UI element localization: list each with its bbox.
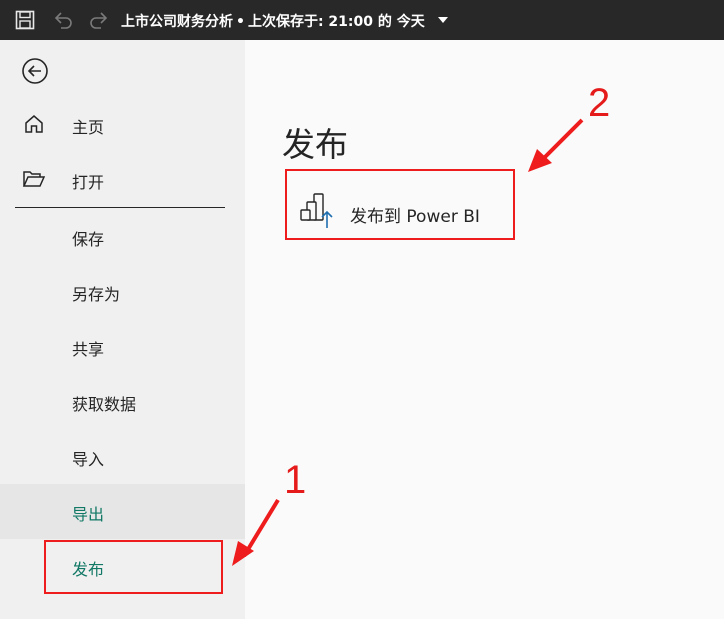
sidebar-item-label: 导出 — [72, 505, 105, 524]
annotation-number-1: 1 — [284, 458, 307, 502]
annotation-box-1 — [44, 540, 223, 594]
sidebar-item-get-data[interactable]: 获取数据 — [0, 374, 245, 429]
annotation-arrowhead-2 — [528, 149, 552, 172]
sidebar-item-label: 获取数据 — [72, 395, 137, 414]
sidebar-item-share[interactable]: 共享 — [0, 319, 245, 374]
title-separator: • — [236, 14, 245, 30]
title-bar: 上市公司财务分析 • 上次保存于: 21:00 的 今天 — [0, 0, 724, 40]
folder-open-icon — [22, 171, 46, 187]
sidebar-item-export[interactable]: 导出 — [0, 484, 245, 539]
page-title: 发布 — [282, 125, 348, 164]
sidebar-item-open[interactable]: 打开 — [0, 152, 245, 207]
file-name: 上市公司财务分析 — [121, 14, 233, 30]
sidebar-item-label: 另存为 — [72, 285, 121, 304]
sidebar-divider — [15, 207, 225, 208]
sidebar-item-home[interactable]: 主页 — [0, 97, 245, 152]
sidebar-item-label: 导入 — [72, 450, 105, 469]
redo-icon[interactable] — [88, 9, 110, 31]
save-status: 上次保存于: 21:00 的 今天 — [247, 14, 425, 30]
home-icon — [25, 115, 43, 133]
sidebar-item-save[interactable]: 保存 — [0, 209, 245, 264]
sidebar-item-label: 打开 — [72, 173, 105, 192]
save-icon[interactable] — [14, 9, 36, 31]
back-arrow-icon[interactable] — [20, 56, 50, 86]
annotation-arrow-2 — [540, 118, 584, 162]
annotation-number-2: 2 — [588, 81, 611, 125]
annotation-box-2 — [285, 169, 515, 240]
sidebar-item-label: 主页 — [72, 118, 105, 137]
annotation-arrow-1 — [242, 498, 280, 558]
undo-icon[interactable] — [52, 9, 74, 31]
caret-down-icon[interactable] — [438, 17, 448, 23]
document-title: 上市公司财务分析 • 上次保存于: 21:00 的 今天 — [121, 11, 425, 31]
sidebar-item-save-as[interactable]: 另存为 — [0, 264, 245, 319]
sidebar-item-label: 共享 — [72, 340, 105, 359]
sidebar-item-import[interactable]: 导入 — [0, 429, 245, 484]
sidebar-item-label: 保存 — [72, 230, 105, 249]
